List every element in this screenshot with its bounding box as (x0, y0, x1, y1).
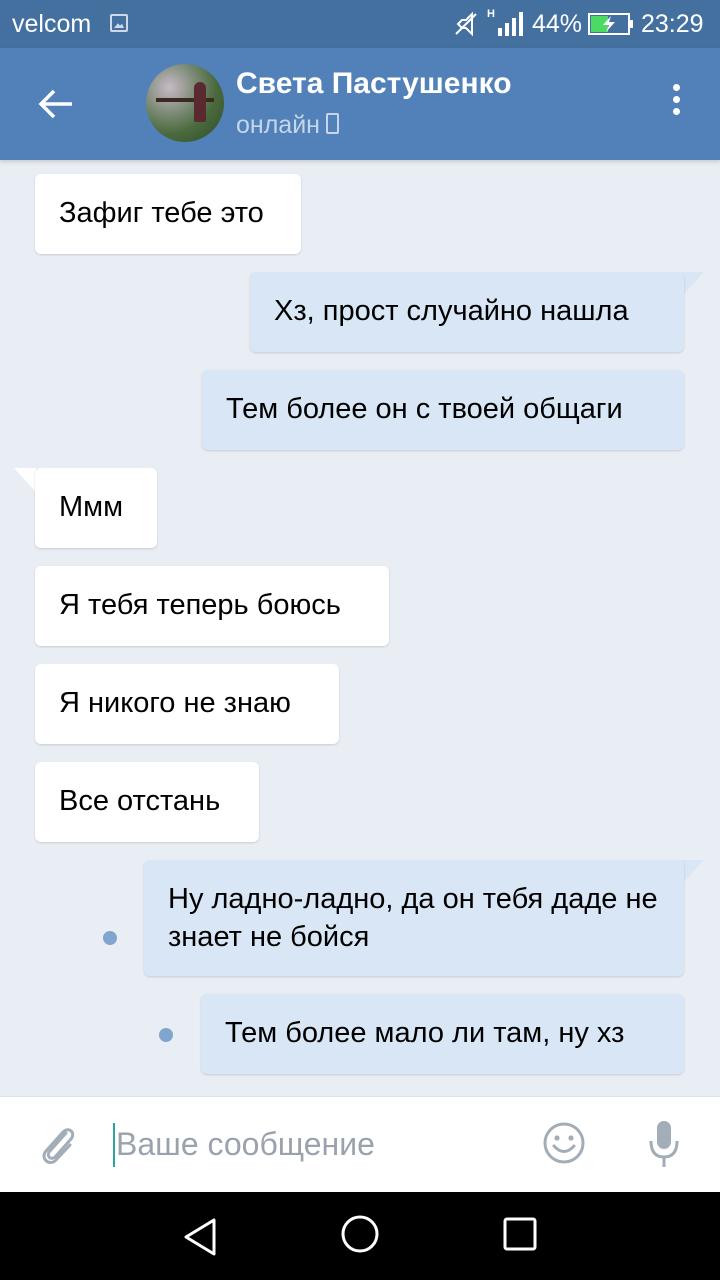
emoji-icon[interactable] (542, 1121, 586, 1165)
message-incoming[interactable]: Я тебя теперь боюсь (35, 566, 389, 646)
message-text: Я тебя теперь боюсь (59, 589, 341, 621)
message-text: Я никого не знаю (59, 687, 291, 719)
message-text: Ммм (59, 491, 124, 523)
network-type-label: H (487, 8, 495, 20)
phone-icon (325, 113, 339, 134)
message-incoming[interactable]: Я никого не знаю (35, 664, 339, 744)
unread-indicator (159, 1028, 173, 1042)
attach-icon[interactable] (36, 1121, 80, 1169)
message-outgoing[interactable]: Тем более он с твоей общаги (202, 370, 684, 450)
contact-name[interactable]: Света Пастушенко (236, 66, 512, 102)
status-bar: velcom H 44% 23:29 (0, 0, 720, 48)
back-arrow-icon[interactable] (30, 78, 82, 130)
system-nav-bar (0, 1192, 720, 1280)
message-text: Тем более он с твоей общаги (226, 393, 623, 425)
nav-back-icon[interactable] (178, 1214, 224, 1260)
message-list: Зафиг тебе это Хз, прост случайно нашла … (0, 160, 720, 1096)
message-input[interactable] (116, 1119, 516, 1169)
more-vertical-icon[interactable] (658, 84, 694, 124)
mic-icon[interactable] (646, 1119, 682, 1171)
message-outgoing[interactable]: Хз, прост случайно нашла (250, 272, 684, 352)
text-cursor (113, 1123, 115, 1167)
chat-header: Света Пастушенко онлайн (0, 48, 720, 160)
signal-icon (498, 12, 523, 36)
avatar[interactable] (146, 64, 224, 142)
image-notification-icon (110, 14, 128, 32)
bubble-tail (682, 272, 704, 296)
message-text: Хз, прост случайно нашла (274, 295, 629, 327)
unread-indicator (103, 931, 117, 945)
nav-recent-icon[interactable] (500, 1214, 540, 1254)
contact-status: онлайн (236, 110, 339, 140)
message-text: Ну ладно-ладно, да он тебя даде не знает… (168, 883, 658, 953)
message-incoming[interactable]: Ммм (35, 468, 157, 548)
battery-charging-icon (588, 13, 633, 35)
bubble-tail (682, 860, 704, 884)
message-incoming[interactable]: Все отстань (35, 762, 259, 842)
message-outgoing[interactable]: Ну ладно-ладно, да он тебя даде не знает… (144, 860, 684, 976)
mute-icon (455, 11, 477, 37)
carrier-label: velcom (12, 10, 92, 38)
clock: 23:29 (641, 10, 704, 38)
message-incoming[interactable]: Зафиг тебе это (35, 174, 301, 254)
message-text: Все отстань (59, 785, 221, 817)
message-outgoing[interactable]: Тем более мало ли там, ну хз (201, 994, 684, 1074)
message-text: Тем более мало ли там, ну хз (225, 1017, 625, 1049)
battery-percent: 44% (532, 10, 583, 38)
nav-home-icon[interactable] (338, 1212, 382, 1256)
message-text: Зафиг тебе это (59, 197, 264, 229)
bubble-tail (14, 468, 36, 492)
message-composer (0, 1096, 720, 1192)
contact-status-label: онлайн (236, 111, 320, 139)
